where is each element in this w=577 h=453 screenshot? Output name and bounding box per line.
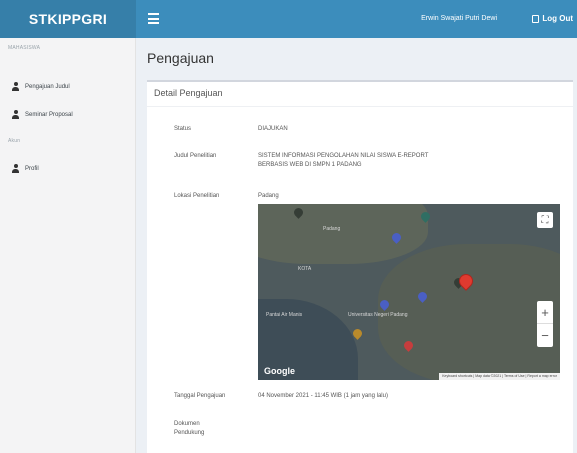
detail-card: Detail Pengajuan Status DIAJUKAN Judul P… [147,80,573,453]
dokumen-label: Dokumen Pendukung [174,421,205,436]
map-label: KOTA [298,266,312,272]
card-divider [147,106,573,107]
logout-label: Log Out [542,14,573,23]
sidebar-item-seminar-proposal[interactable]: Seminar Proposal [12,110,73,119]
map-label: Pantai Air Manis [266,312,303,318]
judul-label: Judul Penelitian [174,153,217,159]
zoom-control[interactable]: + − [537,301,553,347]
logout-icon [532,15,540,23]
status-value: DIAJUKAN [258,126,288,132]
fullscreen-button[interactable]: ⛶ [537,212,553,228]
tanggal-value: 04 November 2021 - 11:45 WIB (1 jam yang… [258,393,388,399]
zoom-in-button[interactable]: + [537,301,553,324]
brand-logo[interactable]: STKIPPGRI [0,0,136,38]
tanggal-label: Tanggal Pengajuan [174,393,226,399]
page-title: Pengajuan [147,50,214,66]
sidebar-item-label: Profil [25,165,39,172]
lokasi-label: Lokasi Penelitian [174,193,220,199]
main-content: Pengajuan Detail Pengajuan Status DIAJUK… [136,38,577,453]
lokasi-value: Padang [258,193,279,199]
zoom-out-button[interactable]: − [537,324,553,347]
status-label: Status [174,126,192,132]
map-label: Universitas Negeri Padang [348,312,408,318]
location-map[interactable]: Padang KOTA Pantai Air Manis Universitas… [258,204,560,380]
sidebar-item-label: Pengajuan Judul [25,83,70,90]
judul-value: SISTEM INFORMASI PENGOLAHAN NILAI SISWA … [258,153,429,168]
map-land [258,204,428,264]
google-logo: Google [264,366,295,376]
user-icon [12,110,19,119]
card-title: Detail Pengajuan [154,88,223,98]
map-attribution[interactable]: Keyboard shortcuts | Map data ©2021 | Te… [439,373,560,380]
user-icon [12,164,19,173]
sidebar-section-akun: Akun [8,138,21,144]
sidebar-item-pengajuan-judul[interactable]: Pengajuan Judul [12,82,70,91]
sidebar-item-label: Seminar Proposal [25,111,73,118]
logout-button[interactable]: Log Out [532,0,573,38]
user-icon [12,82,19,91]
sidebar-section-mahasiswa: MAHASISWA [8,45,41,51]
map-label: Padang [323,226,341,232]
sidebar-item-profil[interactable]: Profil [12,164,39,173]
top-navbar: STKIPPGRI Erwin Swajati Putri Dewi Log O… [0,0,577,38]
sidebar-toggle-icon[interactable] [148,13,159,24]
sidebar: MAHASISWA Pengajuan Judul Seminar Propos… [0,38,136,453]
user-menu[interactable]: Erwin Swajati Putri Dewi [421,0,497,38]
